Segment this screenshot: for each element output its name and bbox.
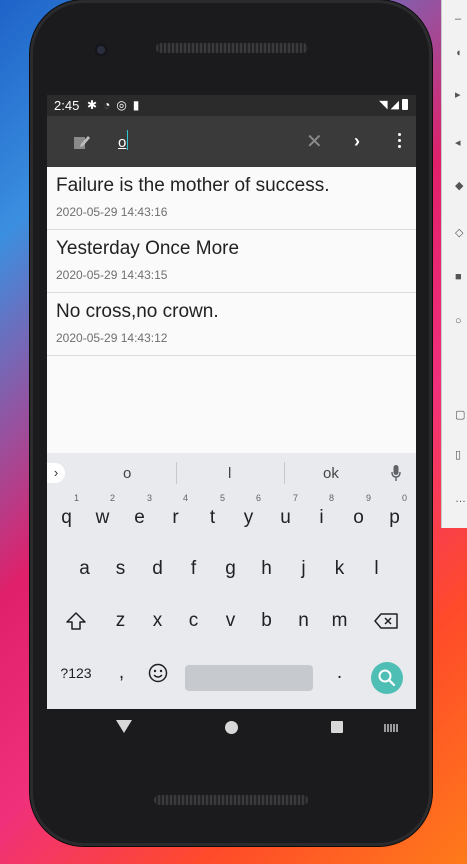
bottom-speaker (154, 795, 308, 805)
note-list: Failure is the mother of success. 2020-0… (47, 167, 416, 356)
key[interactable]: a (68, 550, 101, 588)
key[interactable]: n (287, 602, 320, 640)
note-timestamp: 2020-05-29 14:43:15 (56, 268, 168, 282)
note-timestamp: 2020-05-29 14:43:16 (56, 205, 168, 219)
rotate-right-icon[interactable]: ◇ (455, 228, 465, 239)
key[interactable]: x (141, 602, 174, 640)
key[interactable]: d (141, 550, 174, 588)
phone-top-bezel (30, 0, 432, 95)
settings-gear-icon: ✱ (87, 98, 98, 112)
earpiece-speaker (156, 43, 308, 53)
key[interactable]: z (104, 602, 137, 640)
zoom-icon[interactable]: ○ (455, 316, 465, 327)
microphone-icon[interactable] (391, 465, 401, 481)
key[interactable]: j (287, 550, 320, 588)
screen: 2:45 ✱ ◔ ◎ ▮ ◥ ◢ ✕ › (47, 95, 416, 745)
search-icon (378, 669, 396, 687)
note-item[interactable]: No cross,no crown. 2020-05-29 14:43:12 (47, 293, 416, 356)
status-notification-icons: ✱ ◔ ◎ ▮ (87, 98, 139, 112)
key[interactable]: q1 (50, 493, 83, 537)
note-title: Failure is the mother of success. (56, 175, 330, 196)
key[interactable]: i8 (305, 493, 338, 537)
space-key[interactable] (185, 665, 313, 691)
key[interactable]: s (104, 550, 137, 588)
period-key[interactable]: . (323, 654, 356, 692)
nav-back-icon[interactable] (116, 720, 132, 733)
phone-frame: 2:45 ✱ ◔ ◎ ▮ ◥ ◢ ✕ › (30, 0, 432, 846)
emoji-key[interactable] (141, 654, 174, 692)
power-icon[interactable]: ◖ (455, 48, 465, 59)
edit-note-icon[interactable] (73, 134, 91, 150)
more-options-icon[interactable]: … (455, 494, 466, 505)
key[interactable]: w2 (86, 493, 119, 537)
note-item[interactable]: Failure is the mother of success. 2020-0… (47, 167, 416, 230)
key[interactable]: o9 (342, 493, 375, 537)
key[interactable]: m (323, 602, 356, 640)
key[interactable]: g (214, 550, 247, 588)
note-title: No cross,no crown. (56, 301, 219, 322)
key[interactable]: u7 (269, 493, 302, 537)
key[interactable]: t5 (196, 493, 229, 537)
suggestion-divider (284, 462, 285, 484)
emoji-icon (148, 663, 167, 683)
soft-keyboard: › o l ok q1 w2 e3 r4 t5 y6 u7 i 8 o 9 p … (47, 453, 416, 709)
wifi-signal-icon: ◥ (379, 99, 388, 111)
expand-toolbar-icon[interactable]: › (47, 463, 65, 483)
suggestion-divider (176, 462, 177, 484)
suggestion-item[interactable]: l (228, 465, 231, 482)
battery-icon (402, 99, 408, 110)
suggestion-item[interactable]: ok (323, 465, 339, 482)
status-system-icons: ◥ ◢ (379, 98, 408, 111)
key[interactable]: e3 (123, 493, 156, 537)
status-bar: 2:45 ✱ ◔ ◎ ▮ ◥ ◢ (47, 95, 416, 116)
status-time: 2:45 (54, 98, 80, 113)
side-toolbar: – ◖ ▸ ◂ ◆ ◇ ■ ○ ▢ ▯ … (441, 0, 467, 528)
sd-card-icon: ▮ (132, 98, 140, 112)
sync-icon: ◎ (116, 98, 127, 112)
cell-signal-icon: ◢ (390, 99, 399, 111)
key[interactable]: b (250, 602, 283, 640)
key[interactable]: l (360, 550, 393, 588)
key[interactable]: p0 (378, 493, 411, 537)
key[interactable]: r4 (159, 493, 192, 537)
overflow-menu-icon[interactable] (398, 133, 402, 151)
key[interactable]: f (177, 550, 210, 588)
suggestion-strip: › o l ok (47, 453, 416, 493)
search-input[interactable] (118, 130, 288, 154)
text-cursor (127, 130, 128, 150)
front-camera-icon (94, 43, 108, 57)
key[interactable]: v (214, 602, 247, 640)
search-toolbar: ✕ › (47, 116, 416, 167)
suggestion-item[interactable]: o (123, 465, 131, 482)
key[interactable]: c (177, 602, 210, 640)
wifi-question-icon: ◔ (103, 98, 111, 112)
comma-key[interactable]: , (105, 654, 138, 692)
note-timestamp: 2020-05-29 14:43:12 (56, 331, 168, 345)
backspace-icon (373, 613, 398, 629)
rotate-left-icon[interactable]: ◆ (455, 181, 465, 192)
key[interactable]: y6 (232, 493, 265, 537)
keyboard-switcher-icon[interactable] (384, 724, 398, 732)
back-icon[interactable]: ▯ (455, 450, 465, 461)
overview-icon[interactable]: ▢ (455, 410, 465, 421)
navigation-bar (47, 709, 416, 745)
minimize-icon[interactable]: – (455, 14, 465, 25)
nav-home-icon[interactable] (225, 721, 238, 734)
screenshot-icon[interactable]: ■ (455, 272, 465, 283)
key[interactable]: k (323, 550, 356, 588)
note-item[interactable]: Yesterday Once More 2020-05-29 14:43:15 (47, 230, 416, 293)
search-action-key[interactable] (371, 662, 403, 694)
volume-down-icon[interactable]: ◂ (455, 138, 465, 149)
clear-search-icon[interactable]: ✕ (306, 132, 323, 152)
find-next-icon[interactable]: › (354, 131, 360, 151)
shift-arrow-icon (65, 612, 86, 630)
backspace-key[interactable] (369, 602, 402, 640)
nav-recents-icon[interactable] (331, 721, 343, 733)
shift-key[interactable] (59, 602, 92, 640)
note-title: Yesterday Once More (56, 238, 240, 259)
volume-up-icon[interactable]: ▸ (455, 90, 465, 101)
key[interactable]: h (250, 550, 283, 588)
symbols-key[interactable]: ?123 (54, 654, 98, 692)
